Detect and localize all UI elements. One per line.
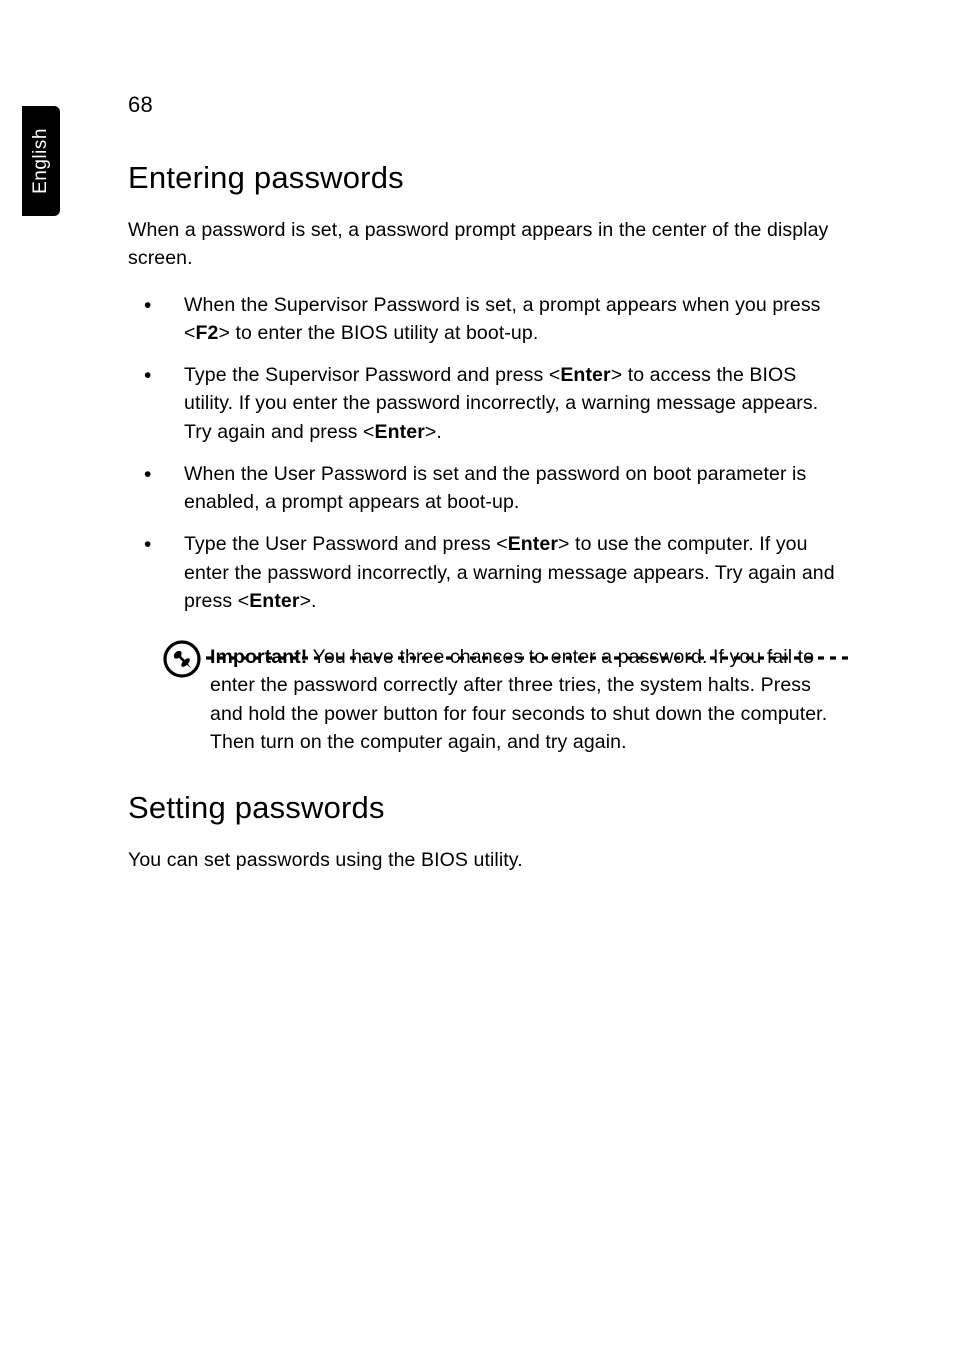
bullet-1-post: > to enter the BIOS utility at boot-up. [218,322,538,344]
bullet-4-key2: Enter [249,590,299,612]
setting-passwords-body: You can set passwords using the BIOS uti… [128,846,848,874]
language-side-tab: English [22,106,60,216]
bullet-list: When the Supervisor Password is set, a p… [128,291,848,616]
language-label: English [30,128,52,194]
bullet-2-pre: Type the Supervisor Password and press < [184,364,560,386]
bullet-4-key1: Enter [508,533,558,555]
bullet-2-key2: Enter [375,421,425,443]
page-number: 68 [128,92,848,118]
bullet-item-2: Type the Supervisor Password and press <… [128,361,848,446]
pin-icon [162,639,202,684]
bullet-item-4: Type the User Password and press <Enter>… [128,530,848,615]
intro-paragraph: When a password is set, a password promp… [128,216,848,273]
important-note-block: Important! You have three chances to ent… [128,643,848,756]
bullet-item-3: When the User Password is set and the pa… [128,460,848,517]
bullet-1-key: F2 [196,322,219,344]
section-setting-passwords: Setting passwords You can set passwords … [128,790,848,874]
bullet-2-key1: Enter [560,364,610,386]
heading-setting-passwords: Setting passwords [128,790,848,826]
page-content: 68 Entering passwords When a password is… [128,92,848,893]
dashed-divider [206,655,854,659]
heading-entering-passwords: Entering passwords [128,160,848,196]
bullet-4-pre: Type the User Password and press < [184,533,508,555]
bullet-item-1: When the Supervisor Password is set, a p… [128,291,848,348]
bullet-2-post: >. [425,421,442,443]
bullet-3-text: When the User Password is set and the pa… [184,463,806,513]
bullet-4-post: >. [300,590,317,612]
